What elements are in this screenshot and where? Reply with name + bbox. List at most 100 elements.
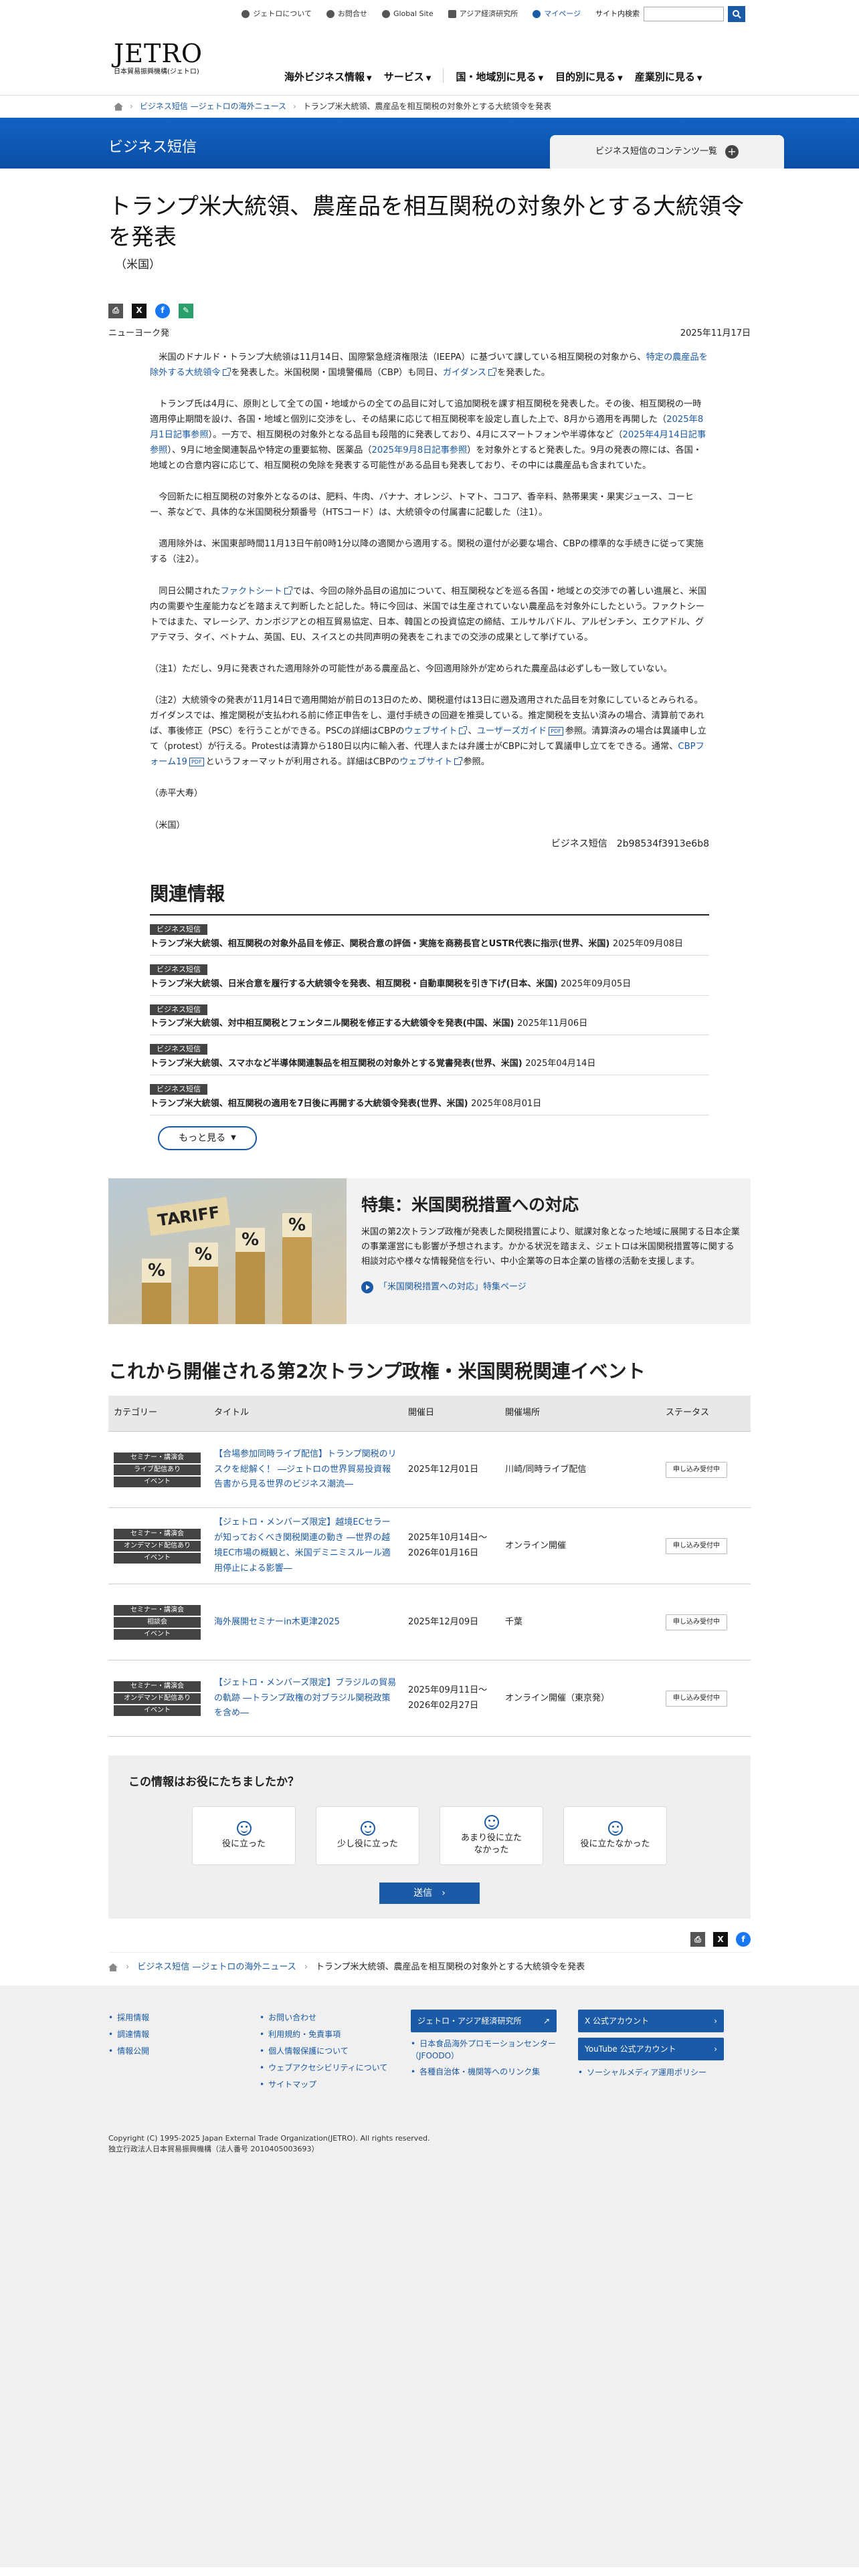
column-header: ステータス	[660, 1395, 751, 1432]
nav-by-purpose[interactable]: 目的別に見る ▼	[555, 68, 623, 86]
search-input[interactable]	[644, 7, 724, 21]
article-link-0908[interactable]: 2025年9月8日記事参照	[371, 445, 467, 455]
footer-link[interactable]: お問い合わせ	[260, 2010, 411, 2026]
list-item[interactable]: ビジネス短信 トランプ米大統領、スマホなど半導体関連製品を相互関税の対象外とする覚…	[150, 1035, 709, 1076]
breadcrumb-separator: ›	[304, 1961, 308, 1972]
footer-link[interactable]: 調達情報	[108, 2026, 260, 2043]
print-icon[interactable]: ⎙	[690, 1932, 705, 1947]
article-body: 米国のドナルド・トランプ大統領は11月14日、国際緊急経済権限法（IEEPA）に…	[108, 350, 751, 853]
event-title-link[interactable]: 【ジェトロ・メンバーズ限定】越境ECセラーが知っておくべき関税関連の動き ―世界…	[214, 1517, 391, 1573]
users-guide-link[interactable]: ユーザーズガイド	[477, 726, 547, 736]
related-date: 2025年04月14日	[525, 1059, 596, 1069]
external-link-icon	[222, 367, 231, 376]
cbp-website-link[interactable]: ウェブサイト	[404, 726, 457, 736]
feedback-option-helpful[interactable]: 役に立った	[192, 1806, 296, 1866]
breadcrumb-biz-news[interactable]: ビジネス短信 —ジェトロの海外ニュース	[137, 1960, 296, 1975]
search-button[interactable]	[728, 6, 745, 22]
util-contact-link[interactable]: お問合せ	[326, 7, 367, 20]
facebook-share-icon[interactable]: f	[736, 1932, 751, 1947]
event-title-link[interactable]: 【ジェトロ・メンバーズ限定】ブラジルの貿易の軌跡 ―トランプ政権の対ブラジル関税…	[214, 1678, 396, 1719]
table-row: セミナー・講演会 オンデマンド配信あり イベント 【ジェトロ・メンバーズ限定】ブラジル…	[108, 1660, 751, 1737]
nav-by-region[interactable]: 国・地域別に見る ▼	[456, 68, 543, 86]
paragraph: 米国のドナルド・トランプ大統領は11月14日、国際緊急経済権限法（IEEPA）に…	[150, 352, 708, 378]
footer-link[interactable]: ウェブアクセシビリティについて	[260, 2060, 411, 2076]
guidance-link[interactable]: ガイダンス	[443, 368, 486, 378]
related-date: 2025年08月01日	[471, 1098, 542, 1109]
jetro-logo[interactable]: JETRO 日本貿易振興機構(ジェトロ)	[114, 40, 221, 78]
events-table: カテゴリー タイトル 開催日 開催場所 ステータス セミナー・講演会 ライブ配信あ…	[108, 1395, 751, 1737]
footer-link[interactable]: 利用規約・免責事項	[260, 2026, 411, 2043]
article-country: （米国）	[115, 258, 161, 272]
breadcrumb-separator: ›	[130, 102, 133, 111]
footer-link[interactable]: 個人情報保護について	[260, 2043, 411, 2060]
logo-subtitle: 日本貿易振興機構(ジェトロ)	[114, 68, 199, 76]
more-button[interactable]: もっと見る ▼	[158, 1125, 257, 1150]
youtube-account-button[interactable]: YouTube 公式アカウント ›	[578, 2038, 724, 2061]
factsheet-link[interactable]: ファクトシート	[221, 586, 282, 597]
event-place: 千葉	[500, 1584, 660, 1661]
list-item[interactable]: ビジネス短信 トランプ米大統領、相互関税の対象外品目を修正、関税合意の評価・実施を…	[150, 916, 709, 956]
home-icon[interactable]	[108, 1963, 118, 1971]
event-title-cell: 【合場参加同時ライブ配信】トランプ関税のリスクを総解く！ ―ジェトロの世界貿易投…	[209, 1431, 403, 1509]
home-icon[interactable]	[114, 102, 123, 111]
util-global-link[interactable]: Global Site	[381, 7, 434, 20]
category-tag: ビジネス短信	[150, 1004, 207, 1015]
coin-stack	[235, 1251, 265, 1324]
event-category-tag: イベント	[114, 1628, 201, 1640]
footer-link[interactable]: ソーシャルメディア運用ポリシー	[578, 2066, 739, 2079]
event-category-tag: オンデマンド配信あり	[114, 1693, 201, 1704]
tariff-image: TARIFF % % % %	[108, 1178, 347, 1324]
x-share-icon[interactable]: X	[132, 303, 147, 318]
print-icon[interactable]: ⎙	[108, 303, 123, 318]
util-ide-link[interactable]: アジア経済研究所	[448, 7, 518, 20]
feature-link[interactable]: 「米国関税措置への対応」特集ページ	[361, 1280, 741, 1295]
banner-title: ビジネス短信	[108, 139, 197, 156]
feedback-option-not-much[interactable]: あまり役に立たなかった	[440, 1806, 543, 1866]
column-header: 開催日	[403, 1395, 500, 1432]
event-title-link[interactable]: 【合場参加同時ライブ配信】トランプ関税のリスクを総解く！ ―ジェトロの世界貿易投…	[214, 1449, 397, 1490]
footer-link[interactable]: 情報公開	[108, 2043, 260, 2060]
note-2: （注2）大統領令の発表が11月14日で適用開始が前日の13日のため、関税還付は1…	[150, 695, 706, 768]
article-region: （米国）	[150, 820, 185, 831]
note-1: （注1）ただし、9月に発表された適用除外の可能性がある農産品と、今回適用除外が定…	[150, 663, 672, 674]
share-bar: ⎙ X f ✎	[108, 303, 751, 318]
cbp-website-link-2[interactable]: ウェブサイト	[399, 757, 452, 767]
list-item[interactable]: ビジネス短信 トランプ米大統領、対中相互関税とフェンタニル関税を修正する大統領令を…	[150, 996, 709, 1036]
x-share-icon[interactable]: X	[713, 1932, 728, 1947]
event-title-link[interactable]: 海外展開セミナーin木更津2025	[214, 1617, 340, 1627]
util-mypage-link[interactable]: マイページ	[533, 7, 581, 20]
list-item[interactable]: ビジネス短信 トランプ米大統領、日米合意を履行する大統領令を発表、相互関税・自動車…	[150, 956, 709, 996]
event-category-tag: イベント	[114, 1705, 201, 1716]
feedback-option-not-helpful[interactable]: 役に立たなかった	[563, 1806, 667, 1866]
table-header-row: カテゴリー タイトル 開催日 開催場所 ステータス	[108, 1395, 751, 1432]
send-button[interactable]: 送信 ›	[379, 1883, 480, 1905]
nav-services[interactable]: サービス ▼	[384, 68, 432, 86]
footer-col-2: お問い合わせ 利用規約・免責事項 個人情報保護について ウェブアクセシビリティに…	[260, 2010, 411, 2093]
feedback-option-somewhat[interactable]: 少し役に立った	[316, 1806, 419, 1866]
x-account-button[interactable]: X 公式アカウント ›	[578, 2010, 724, 2033]
tariff-sign: TARIFF	[147, 1196, 231, 1237]
contents-menu-button[interactable]: ビジネス短信のコンテンツ一覧 +	[550, 135, 784, 169]
util-link-label: Global Site	[393, 9, 434, 19]
list-item[interactable]: ビジネス短信 トランプ米大統領、相互関税の適用を7日後に再開する大統領令発表(世界…	[150, 1075, 709, 1115]
chevron-right-icon: ›	[714, 2016, 717, 2026]
plus-icon: +	[725, 145, 739, 158]
footer-col-4: X 公式アカウント› YouTube 公式アカウント› ソーシャルメディア運用ポ…	[578, 2010, 739, 2093]
footer-link[interactable]: サイトマップ	[260, 2076, 411, 2093]
ide-jetro-button[interactable]: ジェトロ・アジア経済研究所 ↗	[411, 2010, 557, 2033]
breadcrumb-biz-news[interactable]: ビジネス短信 —ジェトロの海外ニュース	[140, 100, 286, 114]
nav-overseas-info[interactable]: 海外ビジネス情報 ▼	[284, 68, 372, 86]
footer-link[interactable]: 各種自治体・機関等へのリンク集	[411, 2066, 557, 2078]
category-tag: ビジネス短信	[150, 1044, 207, 1055]
footer-link[interactable]: 採用情報	[108, 2010, 260, 2026]
footer-link[interactable]: 日本食品海外プロモーションセンター（JFOODO）	[411, 2038, 557, 2062]
util-about-link[interactable]: ジェトロについて	[242, 7, 312, 20]
nav-by-industry[interactable]: 産業別に見る ▼	[635, 68, 702, 86]
note-share-icon[interactable]: ✎	[179, 303, 193, 318]
coin-stack	[189, 1266, 218, 1324]
event-date: 2025年10月14日〜2026年01月16日	[403, 1507, 500, 1585]
feature-banner[interactable]: TARIFF % % % % 特集：米国関税措置への対応 米国の第2次トランプ政…	[108, 1178, 751, 1324]
facebook-share-icon[interactable]: f	[155, 303, 170, 318]
event-category-tag: セミナー・講演会	[114, 1604, 201, 1616]
footer-col-1: 採用情報 調達情報 情報公開	[108, 2010, 260, 2093]
